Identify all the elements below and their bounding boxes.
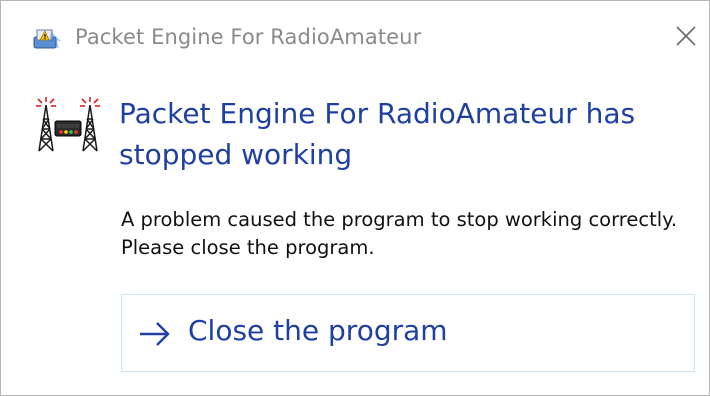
error-heading: Packet Engine For RadioAmateur has stopp… — [119, 97, 636, 171]
close-icon[interactable] — [671, 21, 701, 51]
error-message: A problem caused the program to stop wor… — [121, 208, 678, 259]
close-program-label: Close the program — [188, 314, 448, 347]
radio-tower-icon — [31, 93, 105, 157]
arrow-right-icon — [138, 319, 172, 349]
error-dialog: Packet Engine For RadioAmateur Packet En… — [0, 0, 710, 396]
window-title: Packet Engine For RadioAmateur — [75, 25, 422, 49]
title-bar: Packet Engine For RadioAmateur — [1, 1, 709, 75]
windows-error-reporting-icon — [33, 27, 63, 51]
close-program-button[interactable]: Close the program — [121, 294, 695, 372]
